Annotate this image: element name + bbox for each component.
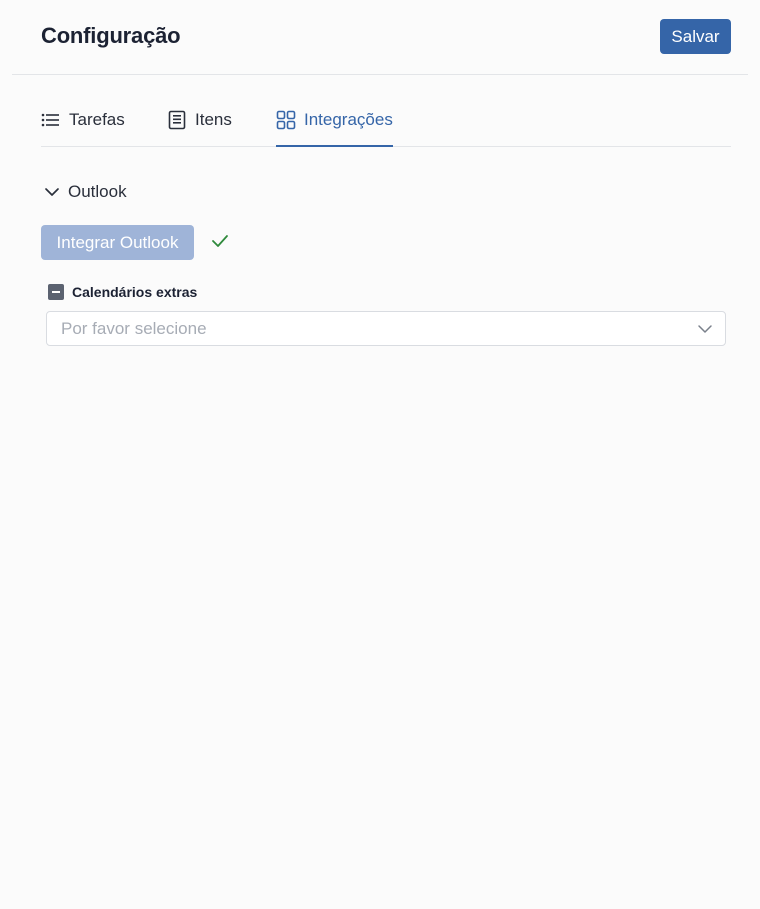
check-icon	[212, 235, 228, 247]
document-icon	[168, 110, 186, 130]
tab-itens-label: Itens	[195, 110, 232, 129]
tab-integracoes-label: Integrações	[304, 110, 393, 129]
save-button[interactable]: Salvar	[660, 19, 731, 54]
list-icon	[41, 113, 59, 127]
tab-itens[interactable]: Itens	[167, 100, 232, 146]
tab-tarefas-label: Tarefas	[69, 110, 125, 129]
page-title: Configuração	[41, 23, 181, 48]
chevron-down-icon	[698, 325, 712, 333]
outlook-section-toggle[interactable]: Outlook	[44, 180, 127, 204]
select-placeholder: Por favor selecione	[61, 319, 207, 338]
extra-calendars-select[interactable]: Por favor selecione	[46, 311, 726, 346]
extra-calendars-checkbox[interactable]	[48, 284, 64, 300]
settings-page: Configuração Salvar Tarefas Itens Integr…	[0, 0, 760, 909]
extra-calendars-label: Calendários extras	[72, 284, 198, 300]
extra-calendars-label-row: Calendários extras	[48, 282, 197, 302]
outlook-section-title: Outlook	[68, 182, 127, 201]
tab-bar: Tarefas Itens Integrações	[41, 100, 731, 147]
chevron-down-icon	[45, 188, 59, 196]
integrate-outlook-button[interactable]: Integrar Outlook	[41, 225, 194, 260]
page-header: Configuração Salvar	[12, 0, 748, 75]
grid-icon	[276, 110, 296, 130]
tab-integracoes[interactable]: Integrações	[276, 100, 393, 147]
tab-tarefas[interactable]: Tarefas	[41, 100, 125, 146]
